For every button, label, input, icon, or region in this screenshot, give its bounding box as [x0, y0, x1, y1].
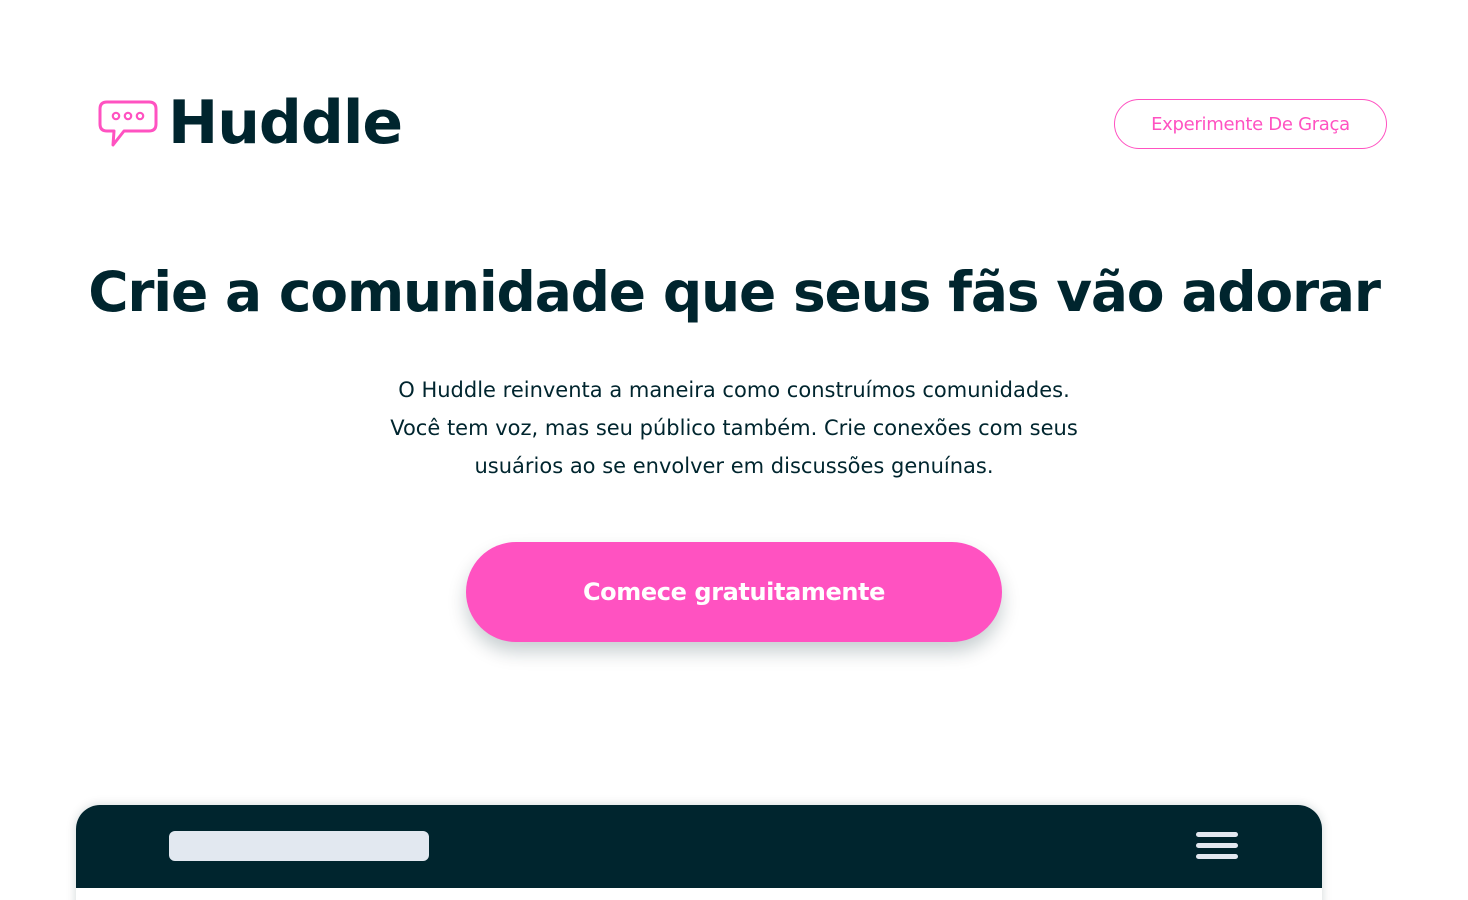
- hero-title: Crie a comunidade que seus fãs vão adora…: [88, 260, 1381, 324]
- chat-bubble-icon: [98, 100, 158, 147]
- try-free-button[interactable]: Experimente De Graça: [1114, 99, 1387, 149]
- hero-description: O Huddle reinventa a maneira como constr…: [330, 371, 1138, 485]
- hero-description-line: O Huddle reinventa a maneira como constr…: [398, 378, 1070, 402]
- site-header: Huddle Experimente De Graça: [0, 0, 1468, 200]
- app-mockup-illustration: [76, 805, 1322, 900]
- hero-description-line: usuários ao se envolver em discussões ge…: [474, 454, 994, 478]
- mockup-search-placeholder: [169, 831, 429, 861]
- logo-text: Huddle: [168, 88, 403, 158]
- mockup-top-bar: [76, 805, 1322, 888]
- get-started-button[interactable]: Comece gratuitamente: [466, 542, 1002, 642]
- hero-description-line: Você tem voz, mas seu público também. Cr…: [390, 416, 1078, 440]
- hamburger-menu-icon: [1196, 832, 1240, 860]
- logo[interactable]: Huddle: [98, 88, 403, 158]
